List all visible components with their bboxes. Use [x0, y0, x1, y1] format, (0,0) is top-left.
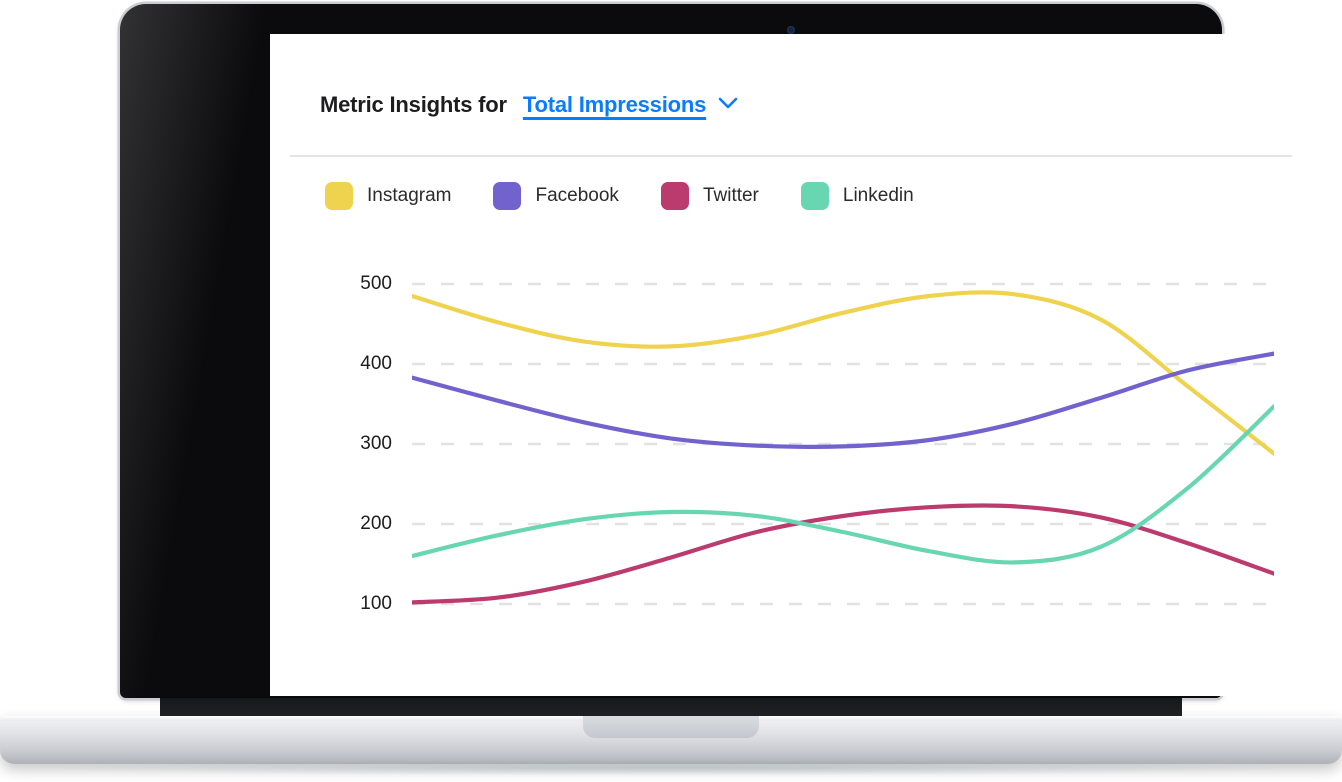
chart-plot-area [412, 244, 1274, 644]
chart-svg [412, 282, 1274, 606]
screenshot-stage: Metric Insights for Total Impressions In… [0, 0, 1342, 782]
page-title: Metric Insights for [320, 92, 507, 117]
y-axis-tick-400: 400 [360, 353, 392, 374]
legend-swatch-instagram [325, 182, 353, 210]
legend-label-linkedin: Linkedin [842, 185, 914, 206]
series-line-linkedin [412, 404, 1274, 565]
chart-legend: Instagram Facebook Twitter Linkedin [325, 182, 914, 210]
metric-dropdown[interactable]: Total Impressions [523, 92, 738, 118]
base-notch [583, 716, 759, 738]
series-line-facebook [412, 351, 1274, 450]
webcam-icon [787, 26, 795, 34]
line-chart: 500 400 300 200 100 [270, 244, 1312, 644]
laptop-lid: Metric Insights for Total Impressions In… [120, 4, 1312, 698]
y-axis-tick-500: 500 [360, 273, 392, 294]
laptop-shadow [30, 760, 1312, 776]
legend-item-twitter[interactable]: Twitter [660, 182, 759, 210]
laptop-screen: Metric Insights for Total Impressions In… [270, 34, 1312, 696]
series-line-instagram [412, 290, 1274, 456]
card-header: Metric Insights for Total Impressions [320, 92, 738, 118]
legend-item-facebook[interactable]: Facebook [493, 182, 619, 210]
legend-label-instagram: Instagram [367, 185, 452, 206]
legend-item-linkedin[interactable]: Linkedin [800, 182, 914, 210]
legend-swatch-twitter [660, 182, 689, 210]
legend-swatch-linkedin [800, 182, 829, 210]
header-divider [290, 155, 1292, 157]
laptop-base [0, 716, 1342, 764]
metric-dropdown-value: Total Impressions [522, 92, 707, 117]
y-axis-tick-100: 100 [360, 593, 392, 614]
y-axis-tick-300: 300 [360, 433, 392, 454]
chevron-down-icon [718, 96, 738, 114]
legend-label-twitter: Twitter [702, 185, 759, 206]
legend-item-instagram[interactable]: Instagram [325, 182, 451, 210]
y-axis-tick-200: 200 [360, 513, 392, 534]
metric-insights-card: Metric Insights for Total Impressions In… [270, 34, 1312, 696]
legend-swatch-facebook [493, 182, 522, 210]
y-axis-labels: 500 400 300 200 100 [320, 244, 392, 644]
legend-label-facebook: Facebook [535, 185, 619, 206]
